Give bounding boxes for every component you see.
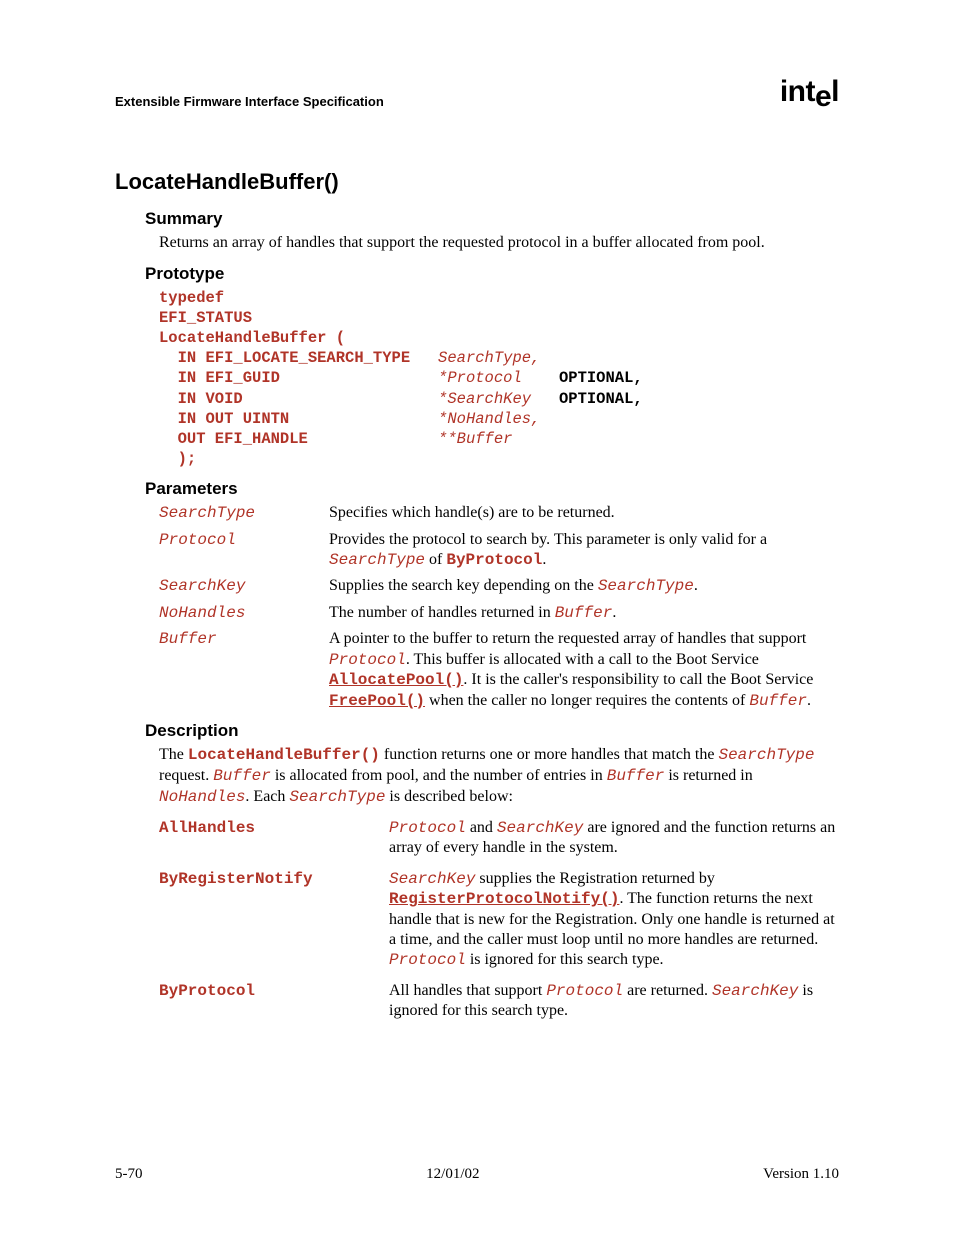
searchtype-row: AllHandlesProtocol and SearchKey are ign… [159,818,839,859]
page-container: Extensible Firmware Interface Specificat… [0,0,954,1235]
parameter-row: NoHandlesThe number of handles returned … [159,603,839,623]
parameter-row: SearchTypeSpecifies which handle(s) are … [159,503,839,523]
parameter-name: Buffer [159,629,329,711]
searchtype-name: ByRegisterNotify [159,869,389,971]
parameter-desc: The number of handles returned in Buffer… [329,603,839,623]
parameter-desc: Supplies the search key depending on the… [329,576,839,596]
parameter-name: NoHandles [159,603,329,623]
parameter-row: ProtocolProvides the protocol to search … [159,530,839,571]
footer-date: 12/01/02 [426,1166,479,1183]
footer-version: Version 1.10 [763,1166,839,1183]
parameter-row: SearchKeySupplies the search key dependi… [159,576,839,596]
searchtype-name: AllHandles [159,818,389,859]
searchtype-desc: SearchKey supplies the Registration retu… [389,869,839,971]
searchtype-row: ByRegisterNotifySearchKey supplies the R… [159,869,839,971]
function-title: LocateHandleBuffer() [115,169,839,195]
parameter-desc: Specifies which handle(s) are to be retu… [329,503,839,523]
page-header: Extensible Firmware Interface Specificat… [115,75,839,109]
description-text: The LocateHandleBuffer() function return… [159,745,839,807]
parameter-name: SearchType [159,503,329,523]
searchtype-desc: Protocol and SearchKey are ignored and t… [389,818,839,859]
searchtype-name: ByProtocol [159,981,389,1022]
prototype-code: typedefEFI_STATUSLocateHandleBuffer ( IN… [159,288,839,469]
prototype-heading: Prototype [145,264,839,284]
description-heading: Description [145,721,839,741]
footer-page-number: 5-70 [115,1166,143,1183]
parameters-heading: Parameters [145,479,839,499]
intel-logo: intel [780,75,839,109]
parameter-desc: A pointer to the buffer to return the re… [329,629,839,711]
parameter-row: BufferA pointer to the buffer to return … [159,629,839,711]
parameters-table: SearchTypeSpecifies which handle(s) are … [159,503,839,711]
parameter-desc: Provides the protocol to search by. This… [329,530,839,571]
summary-text: Returns an array of handles that support… [159,233,839,254]
searchtype-table: AllHandlesProtocol and SearchKey are ign… [159,818,839,1022]
page-footer: 5-70 12/01/02 Version 1.10 [115,1166,839,1183]
searchtype-row: ByProtocolAll handles that support Proto… [159,981,839,1022]
searchtype-desc: All handles that support Protocol are re… [389,981,839,1022]
parameter-name: SearchKey [159,576,329,596]
summary-heading: Summary [145,209,839,229]
parameter-name: Protocol [159,530,329,571]
header-title: Extensible Firmware Interface Specificat… [115,94,384,109]
